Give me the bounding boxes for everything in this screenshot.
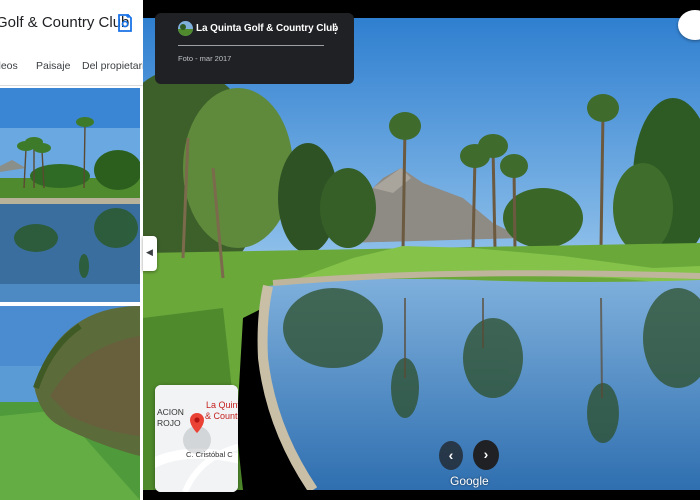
chevron-right-icon: › [483,446,489,462]
tab-del-propietario[interactable]: Del propietario [82,60,143,72]
more-vert-icon[interactable]: ⋮ [329,22,342,36]
card-title[interactable]: La Quinta Golf & Country Club [196,23,338,34]
photo-save-icon[interactable] [116,13,134,33]
next-photo-button[interactable]: › [473,440,499,470]
place-title: Golf & Country Club [0,14,130,31]
photo-tabs: deos Paisaje Del propietario [0,48,143,86]
photo-thumbnail[interactable] [0,306,140,500]
tab-paisaje[interactable]: Paisaje [36,60,70,72]
chevron-left-icon: ◀ [146,247,153,257]
tab-videos[interactable]: deos [0,60,18,72]
map-place-label: & Countr [205,411,238,421]
left-panel: Golf & Country Club deos Paisaje Del pro… [0,0,143,500]
previous-photo-button[interactable]: ‹ [439,441,463,470]
photo-date: Foto - mar 2017 [178,54,232,63]
map-place-label: La Quinta [206,400,238,410]
map-label: ACION [157,407,184,417]
contributor-avatar[interactable] [178,21,193,36]
place-header: Golf & Country Club [0,0,143,48]
chevron-left-icon: ‹ [448,447,454,463]
minimap[interactable]: ACION ROJO La Quinta & Countr C. Cristób… [155,385,238,492]
photo-thumbnail[interactable] [0,88,140,302]
map-street-label: C. Cristóbal C [186,450,233,459]
card-divider [178,45,324,46]
map-label: ROJO [157,418,181,428]
collapse-panel-button[interactable]: ◀ [143,236,157,271]
google-logo: Google [450,474,489,488]
